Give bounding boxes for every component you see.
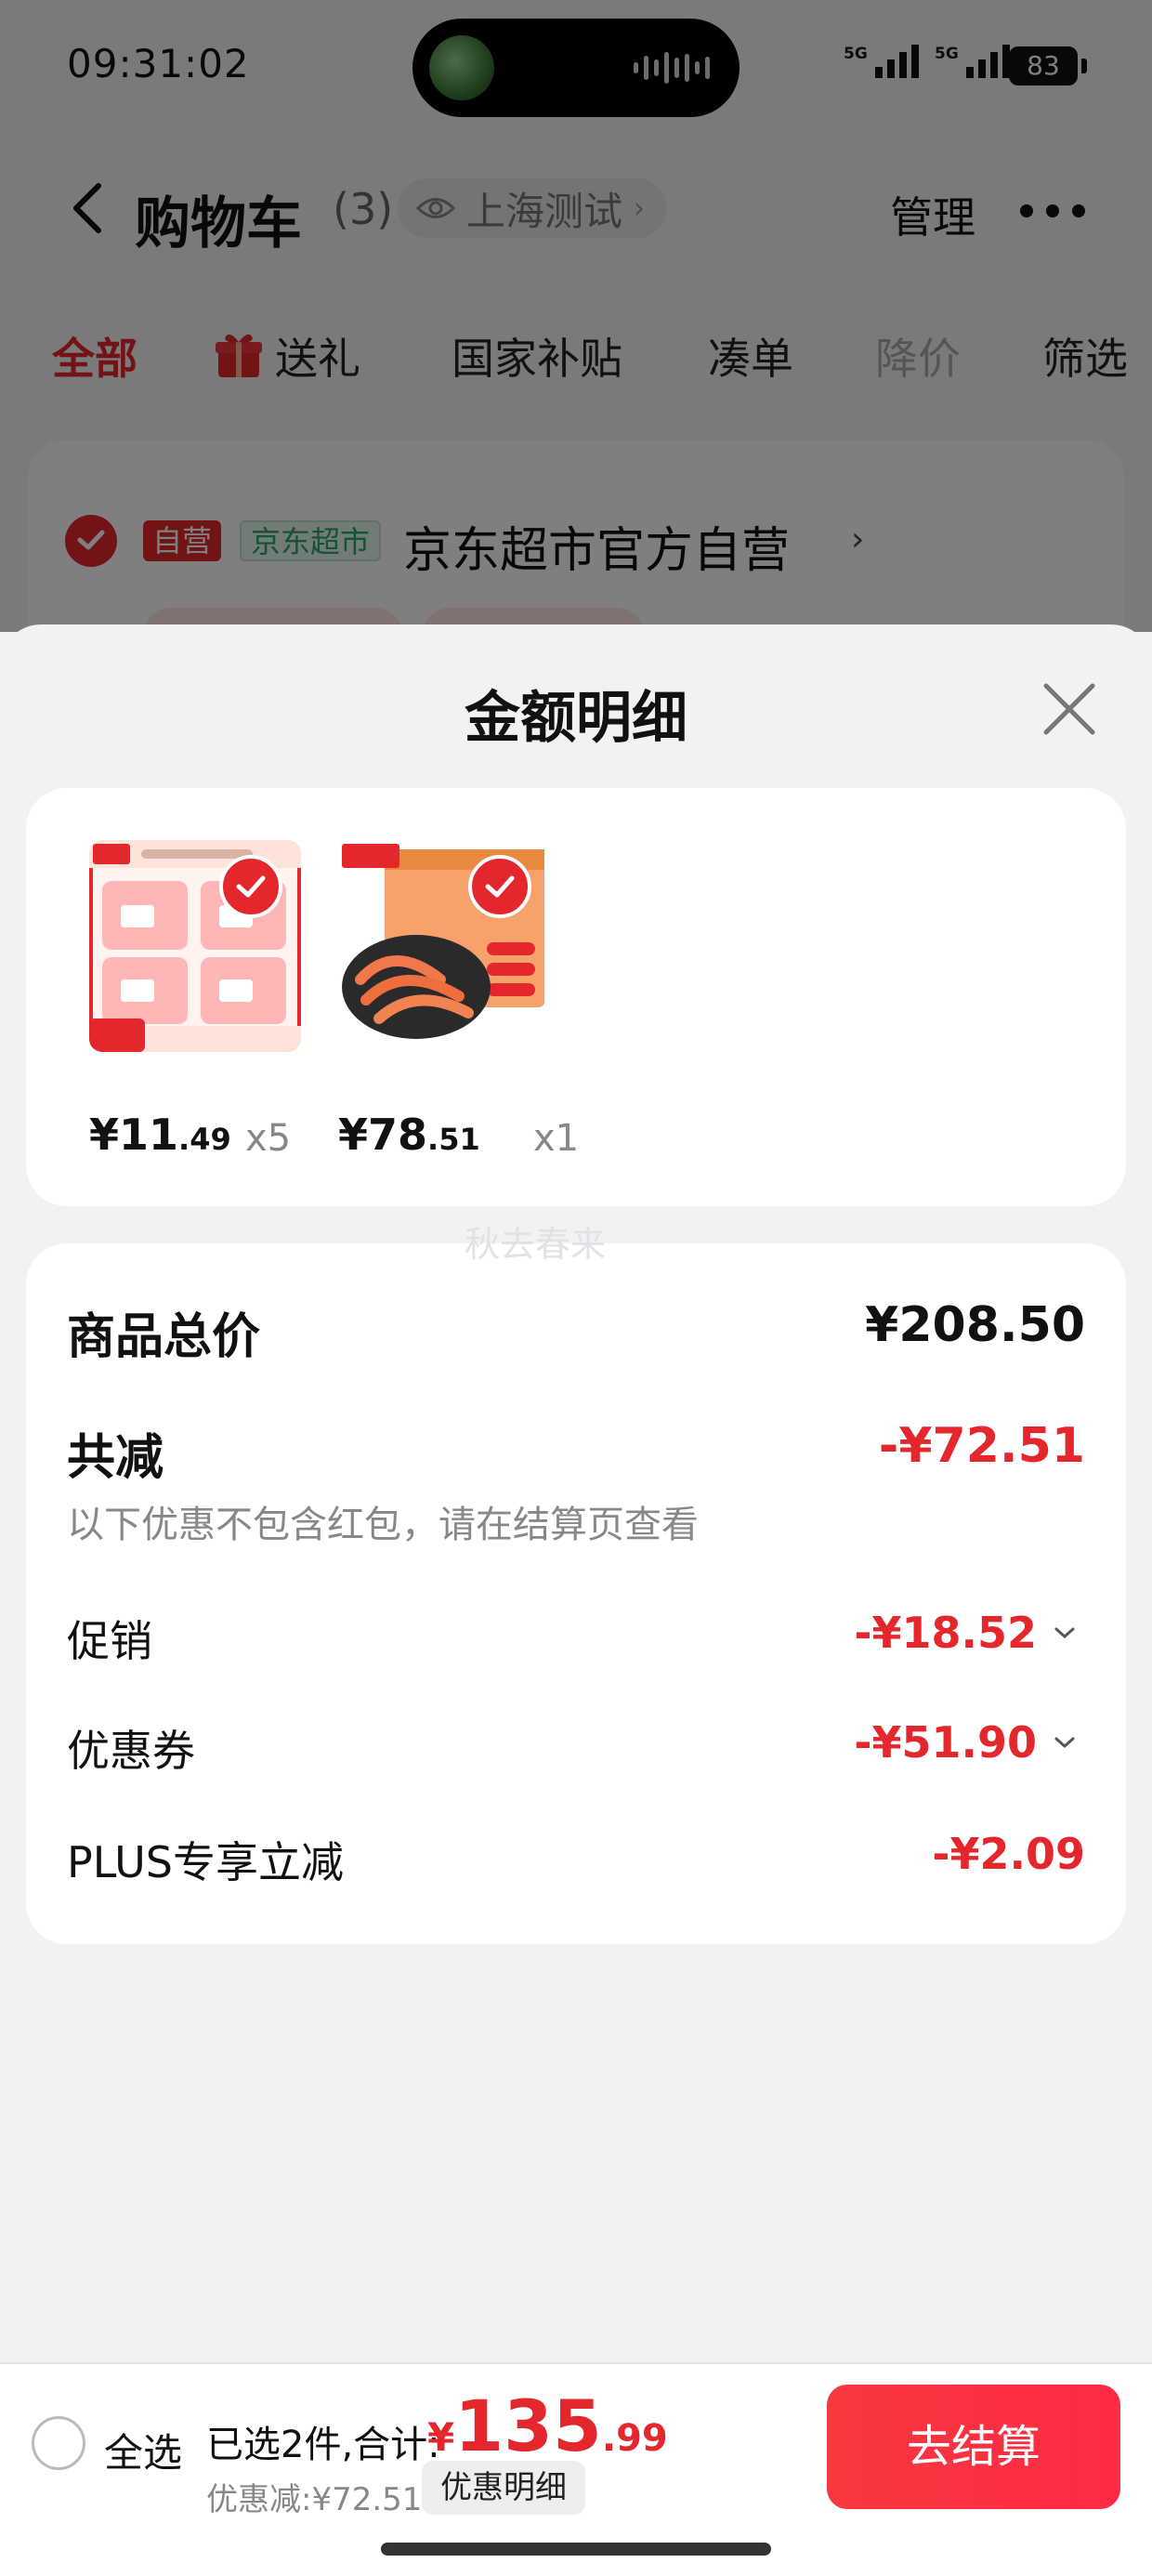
total-value: ¥208.50 <box>865 1297 1085 1353</box>
selected-summary: 已选2件,合计: <box>206 2424 440 2466</box>
plus-discount-value: -¥2.09 <box>932 1829 1085 1879</box>
sheet-title: 金额明细 <box>465 686 687 751</box>
product-checkbox[interactable] <box>468 855 531 918</box>
coupon-label: 优惠券 <box>67 1726 195 1776</box>
total-label: 商品总价 <box>67 1309 261 1365</box>
product-checkbox[interactable] <box>219 855 282 918</box>
product-price: ¥11.49 <box>89 1110 231 1160</box>
select-all-checkbox[interactable] <box>32 2416 85 2470</box>
product-quantity: x1 <box>533 1117 580 1160</box>
plus-discount-label: PLUS专享立减 <box>67 1837 344 1887</box>
total-price: ¥135.99 <box>427 2385 668 2467</box>
price-summary-card: 商品总价 ¥208.50 共减 -¥72.51 以下优惠不包含红包，请在结算页查… <box>26 1243 1126 1944</box>
discount-detail-button[interactable]: 优惠明细 <box>422 2461 585 2515</box>
home-indicator <box>381 2543 771 2556</box>
promotion-value[interactable]: -¥18.52 <box>854 1608 1037 1658</box>
close-icon[interactable] <box>1041 680 1098 738</box>
discount-value: -¥72.51 <box>878 1418 1085 1474</box>
check-icon <box>236 875 266 898</box>
select-all-label[interactable]: 全选 <box>104 2422 182 2478</box>
promotion-label: 促销 <box>67 1616 152 1666</box>
check-icon <box>485 875 515 898</box>
checkout-button[interactable]: 去结算 <box>827 2385 1120 2509</box>
discount-label: 共减 <box>67 1430 164 1486</box>
chevron-down-icon[interactable] <box>1052 1624 1078 1641</box>
discount-summary: 优惠减:¥72.51 <box>206 2481 423 2518</box>
watermark: 秋去春来 <box>465 1224 607 1265</box>
modal-backdrop[interactable] <box>0 0 1152 632</box>
discount-note: 以下优惠不包含红包，请在结算页查看 <box>67 1504 699 1546</box>
product-price: ¥78.51 <box>338 1110 480 1160</box>
chevron-down-icon[interactable] <box>1052 1734 1078 1751</box>
coupon-value[interactable]: -¥51.90 <box>854 1717 1037 1768</box>
selected-products-card: ¥11.49 x5 ¥78.51 x1 <box>26 788 1126 1206</box>
amount-detail-sheet: 金额明细 ¥11.49 x5 ¥78.51 x1 商品总价 ¥208.50 共减… <box>0 624 1152 2362</box>
product-quantity: x5 <box>245 1117 292 1160</box>
